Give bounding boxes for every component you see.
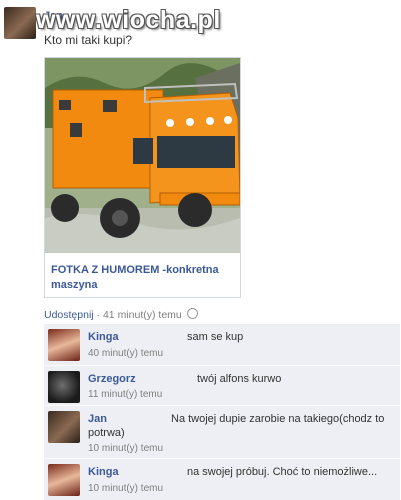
comment-item: Kinga na swojej próbuj. Choć to niemożli… <box>44 459 400 500</box>
commenter-name[interactable]: Jan <box>88 413 107 425</box>
watermark: www.wiocha.pl <box>36 6 221 34</box>
commenter-avatar[interactable] <box>48 371 80 403</box>
comment-text: sam se kup <box>187 331 244 343</box>
commenter-avatar[interactable] <box>48 329 80 361</box>
comment-time[interactable]: 11 minut(y) temu <box>88 389 162 400</box>
commenter-name[interactable]: Kinga <box>88 466 119 478</box>
truck-photo[interactable] <box>45 58 240 253</box>
comment-item: Jan Na twojej dupie zarobie na takiego(c… <box>44 406 400 458</box>
share-link[interactable]: Udostępnij <box>44 309 94 321</box>
comment-text: na swojej próbuj. Choć to niemożliwe... <box>187 466 378 478</box>
comment-item: Kinga sam se kup 40 minut(y) temu <box>44 324 400 365</box>
commenter-name[interactable]: Kinga <box>88 331 119 343</box>
comment-time[interactable]: 10 minut(y) temu <box>88 483 163 494</box>
comment-text-line-2: potrwa) <box>88 427 125 439</box>
comment-time[interactable]: 40 minut(y) temu <box>88 348 163 359</box>
globe-icon <box>186 308 198 319</box>
comment-item: Grzegorz twój alfons kurwo 11 minut(y) t… <box>44 366 400 405</box>
post-timestamp[interactable]: 41 minut(y) temu <box>103 309 182 321</box>
commenter-name[interactable]: Grzegorz <box>88 373 136 385</box>
link-preview-card[interactable]: FOTKA Z HUMOREM -konkretna maszyna <box>44 57 241 298</box>
comment-text: twój alfons kurwo <box>197 373 282 385</box>
post-author-avatar[interactable] <box>4 7 36 39</box>
commenter-avatar[interactable] <box>48 411 80 443</box>
meta-separator: · <box>93 309 103 321</box>
comment-time[interactable]: 10 minut(y) temu <box>88 443 163 454</box>
post-status-text: Kto mi taki kupi? <box>44 33 133 47</box>
link-title[interactable]: FOTKA Z HUMOREM -konkretna maszyna <box>51 263 236 293</box>
comment-text-line-1: Na twojej dupie zarobie na takiego(chodz… <box>171 413 385 425</box>
post-meta-row: Udostępnij · 41 minut(y) temu <box>44 308 198 321</box>
commenter-avatar[interactable] <box>48 464 80 496</box>
